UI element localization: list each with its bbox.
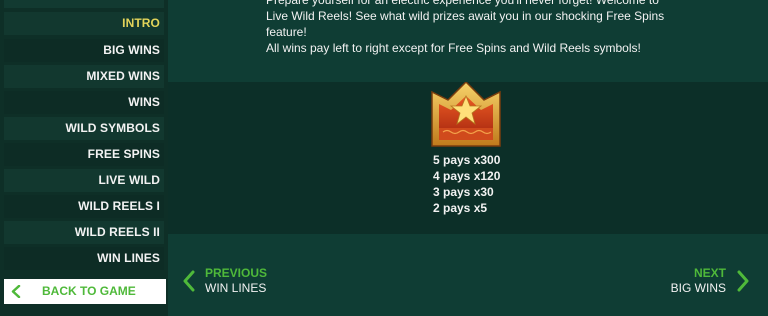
sidebar-item-big-wins[interactable]: BIG WINS xyxy=(4,39,164,62)
intro-line-3: feature! xyxy=(266,25,307,39)
chevron-left-icon xyxy=(183,270,195,292)
sidebar-item-wild-reels-ii[interactable]: WILD REELS II xyxy=(4,221,164,244)
sidebar-item-free-spins[interactable]: FREE SPINS xyxy=(4,143,164,166)
intro-line-2: Live Wild Reels! See what wild prizes aw… xyxy=(266,9,665,23)
sidebar-top-strip xyxy=(4,0,164,8)
next-label: NEXT xyxy=(693,266,726,280)
sidebar-item-live-wild[interactable]: LIVE WILD xyxy=(4,169,164,192)
sidebar-item-wild-symbols[interactable]: WILD SYMBOLS xyxy=(4,117,164,140)
back-to-game-button[interactable]: BACK TO GAME xyxy=(4,279,166,304)
symbol-section: 5 pays x300 4 pays x120 3 pays x30 2 pay… xyxy=(168,82,768,234)
intro-line-1: Prepare yourself for an electric experie… xyxy=(266,0,659,7)
back-to-game-label: BACK TO GAME xyxy=(42,284,136,298)
pay-3: 3 pays x30 xyxy=(433,185,494,199)
paytable: 5 pays x300 4 pays x120 3 pays x30 2 pay… xyxy=(433,152,500,216)
sidebar: INTRO BIG WINS MIXED WINS WINS WILD SYMB… xyxy=(0,0,168,316)
previous-label: PREVIOUS xyxy=(205,266,268,280)
main-content: Prepare yourself for an electric experie… xyxy=(168,0,768,316)
sidebar-item-win-lines[interactable]: WIN LINES xyxy=(4,247,164,270)
chevron-right-icon xyxy=(737,270,749,292)
pay-4: 4 pays x120 xyxy=(433,169,501,183)
crown-icon xyxy=(431,82,501,147)
previous-page-name: WIN LINES xyxy=(205,281,267,295)
next-page-button[interactable]: NEXT BIG WINS xyxy=(660,266,750,298)
sidebar-item-intro[interactable]: INTRO xyxy=(4,12,164,35)
intro-section: Prepare yourself for an electric experie… xyxy=(168,0,768,82)
sidebar-item-mixed-wins[interactable]: MIXED WINS xyxy=(4,65,164,88)
intro-text: Prepare yourself for an electric experie… xyxy=(266,0,746,56)
chevron-left-icon xyxy=(11,285,21,298)
sidebar-item-wild-reels-i[interactable]: WILD REELS I xyxy=(4,195,164,218)
sidebar-item-wins[interactable]: WINS xyxy=(4,91,164,114)
next-page-name: BIG WINS xyxy=(670,281,726,295)
intro-line-4: All wins pay left to right except for Fr… xyxy=(266,41,641,55)
pay-5: 5 pays x300 xyxy=(433,153,501,167)
page-navigation: PREVIOUS WIN LINES NEXT BIG WINS xyxy=(168,234,768,316)
pay-2: 2 pays x5 xyxy=(433,201,488,215)
